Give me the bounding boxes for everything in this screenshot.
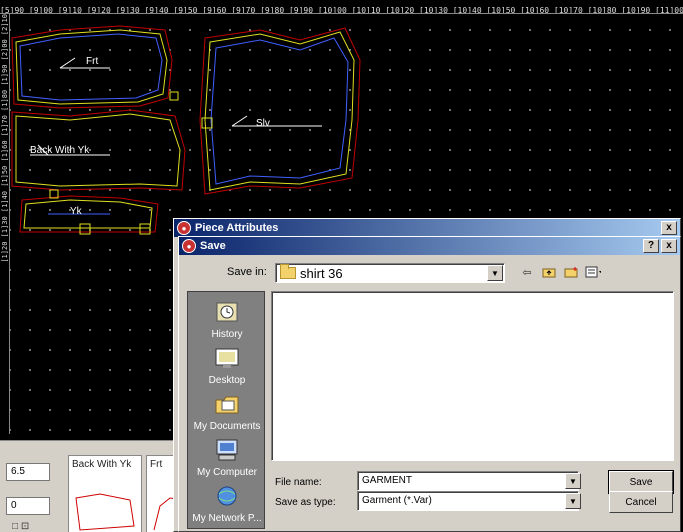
save-in-combo[interactable]: shirt 36 ▼ xyxy=(275,263,505,283)
ruler-top-text: [5]90 [9]00 [9]10 [9]20 [9]30 [9]40 [9]5… xyxy=(0,6,683,14)
piece-label-slv: Slv xyxy=(256,118,270,129)
place-desktop-label: Desktop xyxy=(208,375,246,386)
piece-attributes-titlebar[interactable]: ● Piece Attributes x xyxy=(174,219,680,237)
small-tool-label[interactable]: □ ⊡ xyxy=(12,521,29,532)
up-folder-icon[interactable] xyxy=(541,264,557,280)
value-field-bottom[interactable]: 0 xyxy=(6,497,50,515)
piece-label-frt: Frt xyxy=(86,56,98,67)
place-my-documents-label: My Documents xyxy=(193,421,261,432)
view-menu-icon[interactable] xyxy=(585,264,601,280)
app-icon: ● xyxy=(182,239,196,253)
folder-icon xyxy=(280,264,296,279)
back-arrow-icon[interactable]: ⇦ xyxy=(519,264,535,280)
history-icon xyxy=(216,302,238,322)
new-folder-icon[interactable] xyxy=(563,264,579,280)
documents-icon xyxy=(215,396,239,414)
file-name-label: File name: xyxy=(275,477,322,488)
thumbnail-back-with-yk-label: Back With Yk xyxy=(72,459,132,470)
ruler-top: [5]90 [9]00 [9]10 [9]20 [9]30 [9]40 [9]5… xyxy=(0,0,683,14)
place-history[interactable]: History xyxy=(188,300,266,340)
file-name-input[interactable]: GARMENT xyxy=(357,471,579,491)
save-button[interactable]: Save xyxy=(608,470,674,494)
save-as-type-select[interactable]: Garment (*.Var) xyxy=(357,491,579,511)
save-dialog-titlebar[interactable]: ● Save ? x xyxy=(179,237,680,255)
help-button[interactable]: ? xyxy=(643,239,659,253)
nav-toolbar: ⇦ xyxy=(519,264,601,280)
save-in-label: Save in: xyxy=(227,266,267,278)
save-dialog: ● Save ? x Save in: shirt 36 ▼ ⇦ History… xyxy=(178,236,681,532)
ruler-left: [1]20 [1]30 [1]40 [1]50 [1]60 [1]70 [1]8… xyxy=(0,14,10,434)
save-as-type-dropdown-icon[interactable]: ▼ xyxy=(565,493,581,509)
save-as-type-label: Save as type: xyxy=(275,497,336,508)
network-icon xyxy=(217,486,237,506)
bottom-strip: 6.5 0 Back With Yk Frt □ ⊡ xyxy=(0,440,190,532)
file-name-dropdown-icon[interactable]: ▼ xyxy=(565,473,581,489)
save-dialog-close-button[interactable]: x xyxy=(661,239,677,253)
cancel-button[interactable]: Cancel xyxy=(609,491,673,513)
place-my-network[interactable]: My Network P... xyxy=(188,484,266,524)
piece-attributes-title: Piece Attributes xyxy=(195,222,279,234)
save-in-row: Save in: shirt 36 ▼ ⇦ xyxy=(179,261,682,285)
ruler-left-text: [1]20 [1]30 [1]40 [1]50 [1]60 [1]70 [1]8… xyxy=(1,14,9,263)
place-my-network-label: My Network P... xyxy=(192,513,262,524)
app-icon: ● xyxy=(177,221,191,235)
place-my-computer-label: My Computer xyxy=(196,467,257,478)
save-dialog-title: Save xyxy=(200,240,226,252)
place-history-label: History xyxy=(211,329,243,340)
file-list[interactable] xyxy=(271,291,674,461)
save-in-value: shirt 36 xyxy=(300,265,343,281)
place-my-documents[interactable]: My Documents xyxy=(188,392,266,432)
thumbnail-back-with-yk[interactable]: Back With Yk xyxy=(68,455,142,532)
piece-attributes-close-button[interactable]: x xyxy=(661,221,677,235)
places-bar: History Desktop My Documents My Computer… xyxy=(187,291,265,529)
desktop-icon xyxy=(215,348,239,368)
thumbnail-back-with-yk-shape xyxy=(75,493,135,531)
place-desktop[interactable]: Desktop xyxy=(188,346,266,386)
value-field-top[interactable]: 6.5 xyxy=(6,463,50,481)
piece-label-yk: Yk xyxy=(70,206,83,217)
place-my-computer[interactable]: My Computer xyxy=(188,438,266,478)
computer-icon xyxy=(216,439,238,461)
piece-label-back-with-yk: Back With Yk xyxy=(30,145,90,156)
chevron-down-icon[interactable]: ▼ xyxy=(487,265,503,281)
